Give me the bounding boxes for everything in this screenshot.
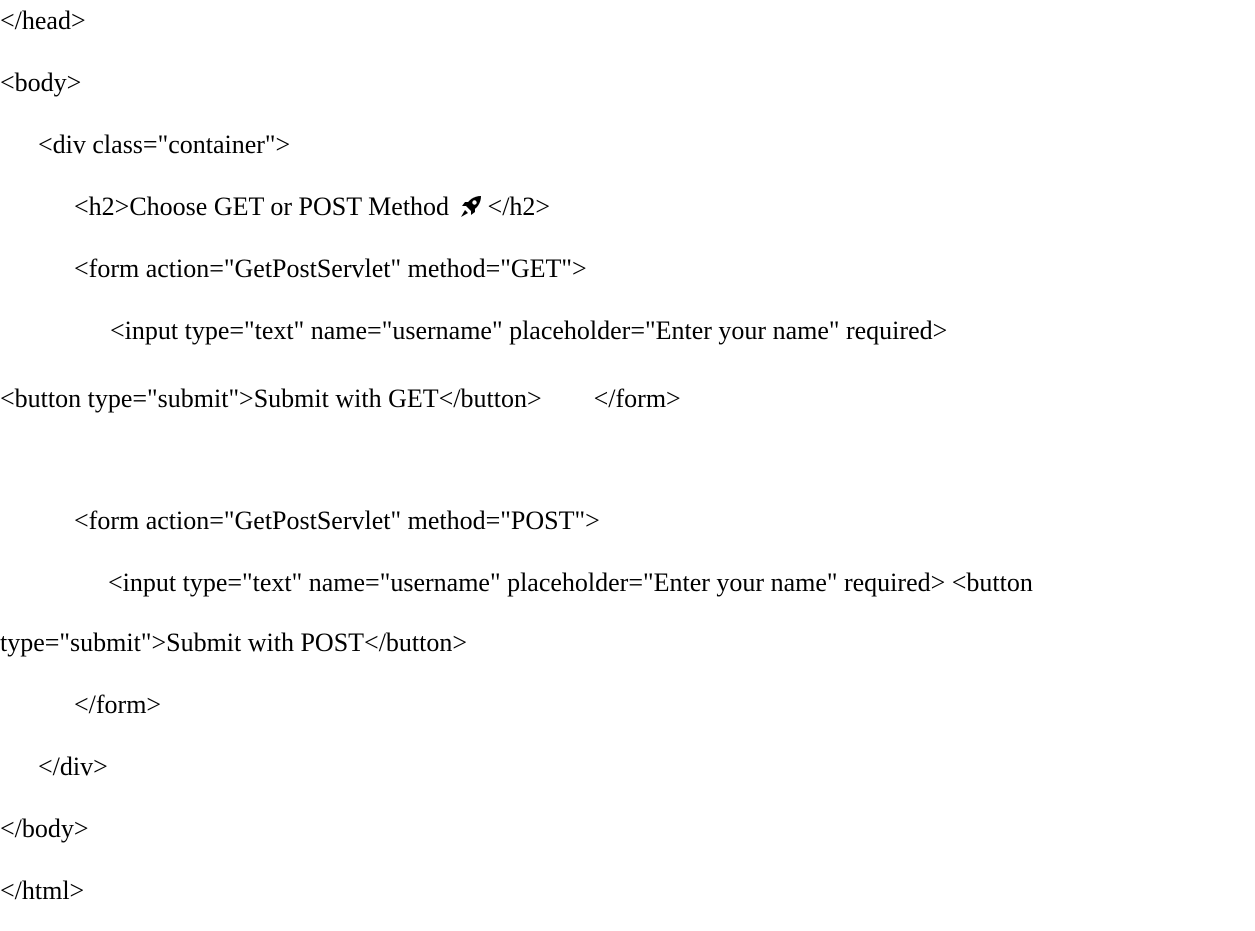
code-line-button-get: <button type="submit">Submit with GET</b…: [0, 384, 681, 414]
code-line-button-post: type="submit">Submit with POST</button>: [0, 628, 468, 657]
code-line-body-close: </body>: [0, 814, 89, 843]
code-line-div-close: </div>: [38, 752, 108, 781]
code-line-input-post: <input type="text" name="username" place…: [108, 568, 1033, 597]
code-document: </head> <body> <div class="container"> <…: [0, 0, 1255, 931]
code-line-html-close: </html>: [0, 876, 85, 905]
code-line-head-close: </head>: [0, 6, 86, 35]
rocket-icon: [460, 195, 482, 219]
code-line-input-get: <input type="text" name="username" place…: [110, 316, 948, 345]
code-line-body-open: <body>: [0, 68, 82, 97]
button-get-text: <button type="submit">Submit with GET</b…: [0, 384, 542, 413]
code-line-form-get-open: <form action="GetPostServlet" method="GE…: [74, 254, 587, 283]
code-line-form-post-open: <form action="GetPostServlet" method="PO…: [74, 506, 600, 535]
h2-text-before: <h2>Choose GET or POST Method: [74, 192, 456, 221]
form-get-close-text: </form>: [593, 384, 681, 413]
h2-text-after: </h2>: [487, 192, 551, 221]
code-line-form-post-close: </form>: [74, 690, 162, 719]
code-line-div-open: <div class="container">: [38, 130, 291, 159]
code-line-h2: <h2>Choose GET or POST Method </h2>: [74, 192, 550, 222]
